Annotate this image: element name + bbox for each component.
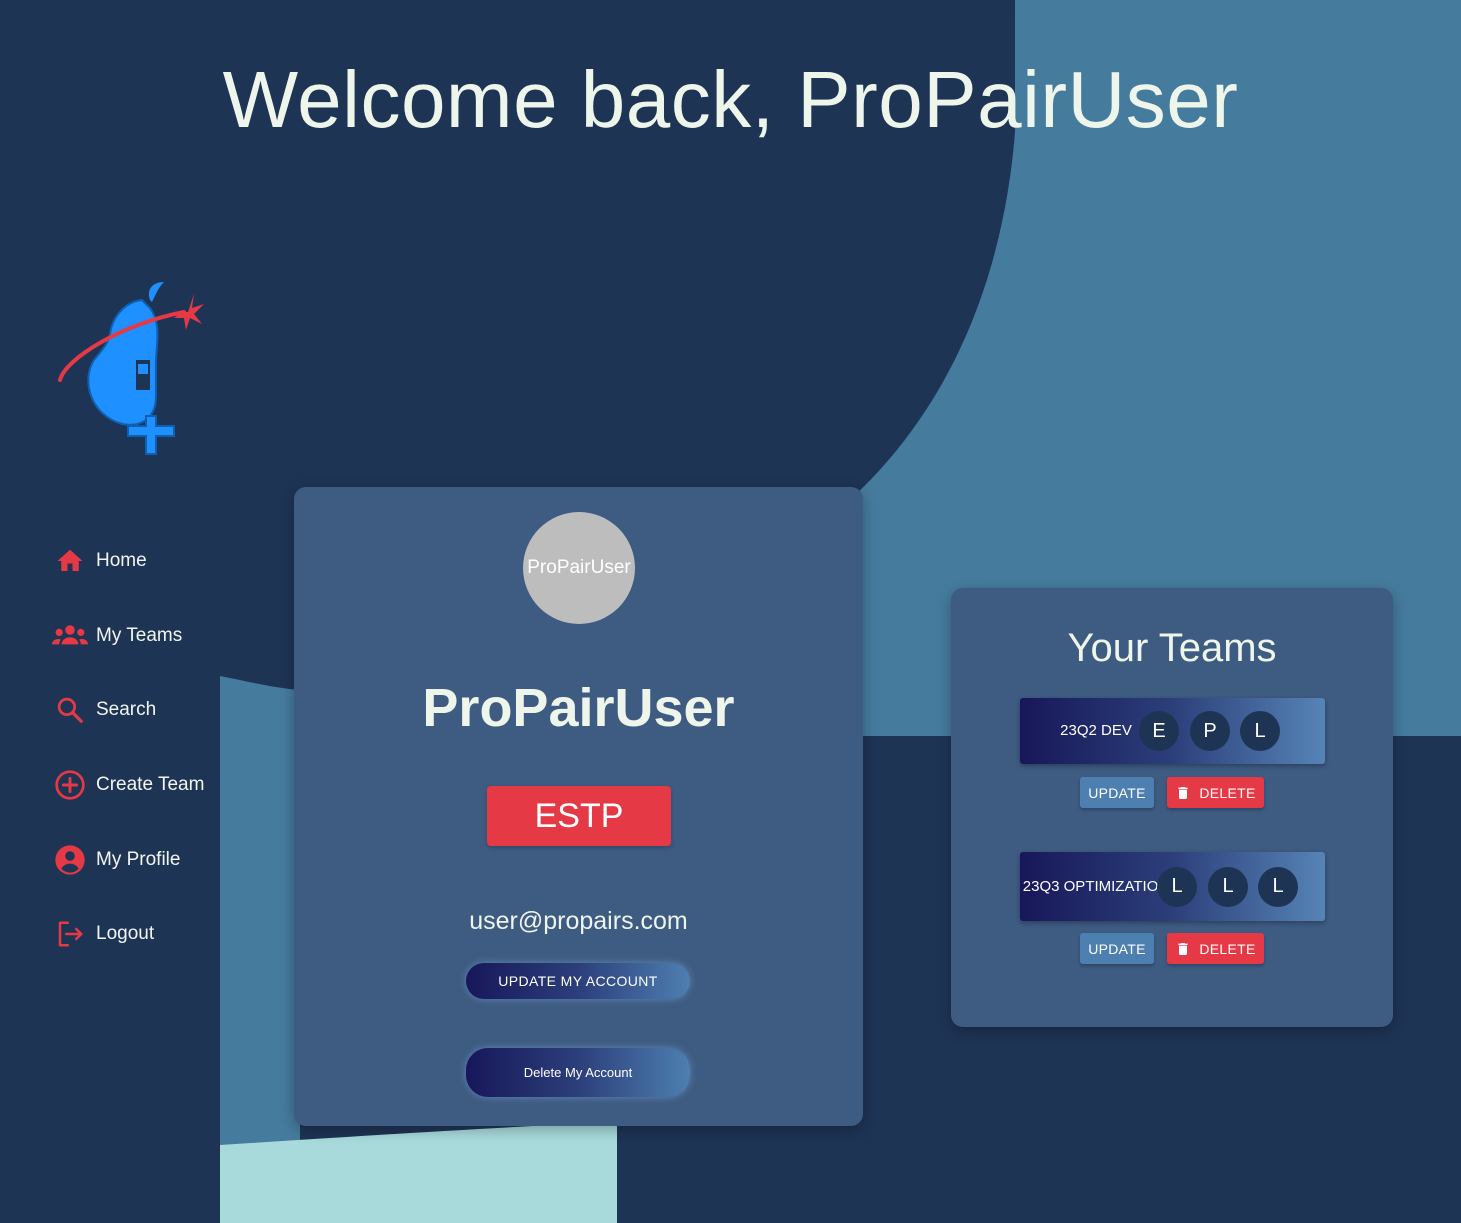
teams-card: Your Teams 23Q2 DEV E P L UPDATE DELETE … <box>951 588 1393 1027</box>
teams-title: Your Teams <box>1067 626 1277 670</box>
team-delete-button[interactable]: DELETE <box>1167 933 1264 964</box>
sidebar-item-my-teams[interactable]: My Teams <box>52 616 220 656</box>
sidebar-item-label: Create Team <box>96 774 205 795</box>
trash-icon <box>1178 786 1189 799</box>
sidebar-item-label: Home <box>96 550 147 571</box>
sidebar-item-label: Logout <box>96 923 155 944</box>
team-name: 23Q3 OPTIMIZATION <box>1022 877 1170 895</box>
team-row-23q2-dev[interactable]: 23Q2 DEV E P L <box>1020 698 1325 764</box>
sidebar-item-label: My Teams <box>96 625 183 646</box>
sidebar-item-label: Search <box>96 699 157 720</box>
update-account-button[interactable]: UPDATE MY ACCOUNT <box>466 963 690 999</box>
member-chip: L <box>1258 866 1298 907</box>
member-chip: L <box>1240 711 1280 751</box>
profile-card: ProPairUser ProPairUser ESTP user@propai… <box>294 487 863 1126</box>
team-row-23q3-optimization[interactable]: 23Q3 OPTIMIZATION L L L <box>1020 852 1325 921</box>
sidebar-item-logout[interactable]: Logout <box>52 914 220 954</box>
profile-email: user@propairs.com <box>469 907 688 935</box>
account-circle-icon <box>52 842 88 878</box>
logout-icon <box>52 916 88 952</box>
team-delete-label: DELETE <box>1199 940 1256 957</box>
home-icon <box>52 543 88 579</box>
add-circle-icon <box>52 767 88 803</box>
sidebar-item-search[interactable]: Search <box>52 690 220 730</box>
member-chip: E <box>1139 711 1179 751</box>
member-chip: L <box>1208 866 1248 907</box>
search-icon <box>52 692 88 728</box>
sidebar-item-my-profile[interactable]: My Profile <box>52 840 220 880</box>
welcome-heading: Welcome back, ProPairUser <box>222 55 1239 144</box>
team-delete-label: DELETE <box>1199 784 1256 801</box>
page: Welcome back, ProPairUser Home My Teams … <box>0 0 1461 1223</box>
group-icon <box>52 618 88 654</box>
profile-name: ProPairUser <box>422 678 735 738</box>
avatar: ProPairUser <box>523 512 635 624</box>
team-update-button[interactable]: UPDATE <box>1080 777 1154 808</box>
sidebar-item-create-team[interactable]: Create Team <box>52 765 220 805</box>
sidebar-item-label: My Profile <box>96 849 181 870</box>
team-delete-button[interactable]: DELETE <box>1167 777 1264 808</box>
delete-account-button[interactable]: Delete My Account <box>466 1048 690 1097</box>
sidebar-item-home[interactable]: Home <box>52 541 220 581</box>
propair-logo-icon <box>58 282 204 455</box>
member-chip: P <box>1190 711 1230 751</box>
team-update-button[interactable]: UPDATE <box>1080 933 1154 964</box>
mbti-badge: ESTP <box>487 786 671 846</box>
trash-icon <box>1178 942 1189 955</box>
member-chip: L <box>1157 866 1197 907</box>
